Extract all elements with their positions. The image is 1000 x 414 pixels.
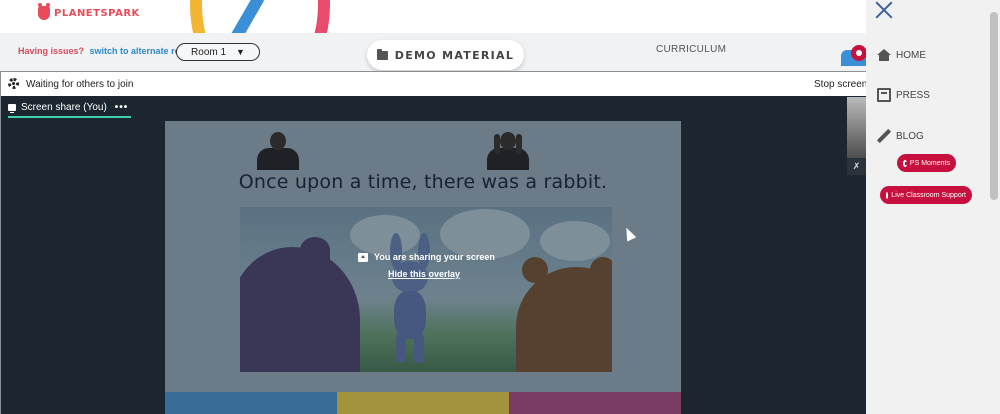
hide-overlay-link[interactable]: Hide this overlay xyxy=(388,269,460,279)
home-icon xyxy=(877,49,891,61)
app-root: PLANETSPARK Having issues? switch to alt… xyxy=(0,0,1000,414)
screen-share-tab-label: Screen share (You) xyxy=(21,101,107,113)
close-badge-icon[interactable] xyxy=(851,45,867,61)
yellow-footer-stripe xyxy=(337,392,509,414)
nav-item-label: HOME xyxy=(896,49,926,61)
meeting-frame: Waiting for others to join Stop screen S… xyxy=(0,71,867,414)
room-select[interactable]: Room 1 ▼ xyxy=(176,43,260,61)
nav-item-label: PRESS xyxy=(896,89,930,101)
meeting-header: Waiting for others to join Stop screen xyxy=(1,72,867,96)
sharing-message: You are sharing your screen xyxy=(358,252,495,262)
ps-moments-button[interactable]: PS Moments xyxy=(897,154,956,172)
scrollbar[interactable] xyxy=(988,0,1000,414)
blue-footer-stripe xyxy=(165,392,337,414)
more-options-icon[interactable]: ••• xyxy=(115,102,129,113)
screen-share-tab[interactable]: Screen share (You) ••• xyxy=(8,98,132,118)
close-icon[interactable] xyxy=(874,0,894,20)
planetspark-logo[interactable]: PLANETSPARK xyxy=(38,3,140,20)
meeting-body: Screen share (You) ••• ✗ Once upon a tim… xyxy=(1,96,866,414)
nav-item-home[interactable]: HOME xyxy=(877,49,926,61)
issue-label: Having issues? xyxy=(18,46,85,56)
scrollbar-thumb[interactable] xyxy=(990,12,998,200)
curriculum-tab[interactable]: CURRICULUM xyxy=(656,44,726,55)
top-header: PLANETSPARK xyxy=(0,0,866,33)
gear-icon[interactable] xyxy=(8,78,19,89)
nav-item-press[interactable]: PRESS xyxy=(877,88,930,102)
ps-moments-label: PS Moments xyxy=(909,159,950,167)
classroom-bar: Having issues? switch to alternate room … xyxy=(0,33,867,71)
logo-text: PLANETSPARK xyxy=(54,7,140,19)
pencil-icon xyxy=(876,128,892,144)
caret-down-icon: ▼ xyxy=(236,47,245,57)
sign-language-interpreter-right xyxy=(485,132,531,170)
logo-mascot-icon xyxy=(38,3,50,20)
story-illustration: You are sharing your screen Hide this ov… xyxy=(240,207,612,372)
folder-icon xyxy=(376,48,388,60)
side-navigation-panel: HOME PRESS BLOG PS Moments Live Classroo… xyxy=(866,0,988,414)
sign-language-interpreter-left xyxy=(255,132,301,170)
live-support-label: Live Classroom Support xyxy=(891,191,966,199)
stop-icon xyxy=(903,159,908,167)
newspaper-icon xyxy=(877,88,891,102)
microphone-muted-icon: ✗ xyxy=(847,158,866,174)
nav-item-blog[interactable]: BLOG xyxy=(876,128,924,144)
demo-material-button[interactable]: DEMO MATERIAL xyxy=(367,40,524,70)
room-select-value: Room 1 xyxy=(191,46,227,58)
slide-sentence: Once upon a time, there was a rabbit. xyxy=(238,171,608,193)
screen-share-icon xyxy=(358,252,368,262)
nav-item-label: BLOG xyxy=(896,130,924,142)
live-classroom-support-button[interactable]: Live Classroom Support xyxy=(880,186,972,204)
shared-slide: Once upon a time, there was a rabbit. Yo… xyxy=(165,121,681,414)
purple-footer-stripe xyxy=(509,392,681,414)
sharing-message-text: You are sharing your screen xyxy=(374,252,495,262)
waiting-status: Waiting for others to join xyxy=(26,79,134,90)
stop-icon xyxy=(886,191,892,199)
issue-notice: Having issues? switch to alternate room xyxy=(18,46,194,56)
screen-share-overlay xyxy=(240,207,612,372)
demo-material-label: DEMO MATERIAL xyxy=(394,48,515,62)
monitor-icon xyxy=(8,103,16,113)
stop-screen-share-button[interactable]: Stop screen xyxy=(814,79,867,90)
